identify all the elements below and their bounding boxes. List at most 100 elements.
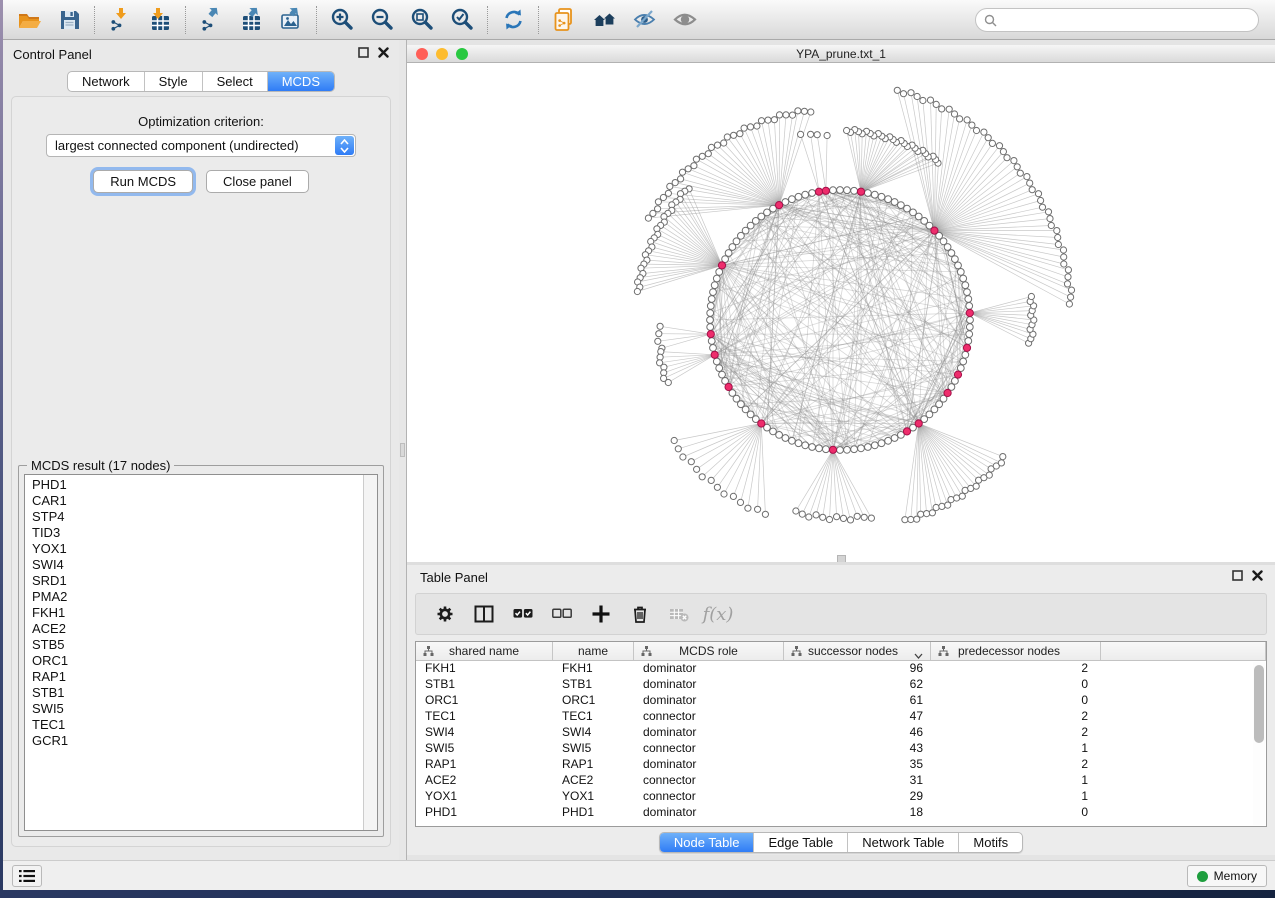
leaf-node[interactable] <box>762 511 768 517</box>
leaf-node[interactable] <box>1068 287 1074 293</box>
column-header-shared-name[interactable]: shared name <box>416 642 553 660</box>
leaf-node[interactable] <box>789 112 795 118</box>
mcds-node[interactable] <box>815 188 822 195</box>
mcds-result-item[interactable]: TEC1 <box>25 717 362 733</box>
tab-style[interactable]: Style <box>145 72 203 91</box>
leaf-node[interactable] <box>806 514 812 520</box>
node[interactable] <box>716 269 723 276</box>
node[interactable] <box>837 187 844 194</box>
leaf-node[interactable] <box>894 87 900 93</box>
hide-selected-button[interactable] <box>624 3 664 37</box>
leaf-node[interactable] <box>675 446 681 452</box>
split-pane-grip[interactable] <box>837 555 846 562</box>
leaf-node[interactable] <box>724 134 730 140</box>
table-row[interactable]: STB1STB1dominator620 <box>416 677 1266 693</box>
mcds-node[interactable] <box>725 383 732 390</box>
vertical-splitter[interactable] <box>399 40 407 860</box>
mcds-node[interactable] <box>707 331 714 338</box>
leaf-node[interactable] <box>902 517 908 523</box>
leaf-node[interactable] <box>808 131 814 137</box>
leaf-node[interactable] <box>1039 204 1045 210</box>
splitter-grip[interactable] <box>400 443 405 457</box>
add-column-button[interactable] <box>586 599 616 629</box>
leaf-node[interactable] <box>708 144 714 150</box>
mcds-result-item[interactable]: ORC1 <box>25 653 362 669</box>
node[interactable] <box>809 444 816 451</box>
node[interactable] <box>710 345 717 352</box>
node[interactable] <box>719 371 726 378</box>
leaf-node[interactable] <box>973 483 979 489</box>
node[interactable] <box>885 196 892 203</box>
node[interactable] <box>851 446 858 453</box>
mcds-node[interactable] <box>963 344 970 351</box>
leaf-node[interactable] <box>840 515 846 521</box>
column-header-name[interactable]: name <box>553 642 634 660</box>
leaf-node[interactable] <box>985 135 991 141</box>
leaf-node[interactable] <box>939 106 945 112</box>
refresh-button[interactable] <box>493 3 533 37</box>
leaf-node[interactable] <box>959 493 965 499</box>
leaf-node[interactable] <box>1065 274 1071 280</box>
mcds-result-item[interactable]: YOX1 <box>25 541 362 557</box>
node[interactable] <box>795 440 802 447</box>
leaf-node[interactable] <box>808 109 814 115</box>
node[interactable] <box>802 191 809 198</box>
leaf-node[interactable] <box>771 117 777 123</box>
leaf-node[interactable] <box>745 505 751 511</box>
leaf-node[interactable] <box>634 288 640 294</box>
node[interactable] <box>967 317 974 324</box>
node[interactable] <box>802 442 809 449</box>
mcds-node[interactable] <box>822 187 829 194</box>
leaf-node[interactable] <box>1060 247 1066 253</box>
mcds-result-item[interactable]: STB5 <box>25 637 362 653</box>
leaf-node[interactable] <box>996 143 1002 149</box>
zoom-selected-button[interactable] <box>442 3 482 37</box>
leaf-node[interactable] <box>824 132 830 138</box>
node[interactable] <box>962 282 969 289</box>
zoom-in-button[interactable] <box>322 3 362 37</box>
leaf-node[interactable] <box>655 199 661 205</box>
leaf-node[interactable] <box>939 503 945 509</box>
clone-network-button[interactable] <box>544 3 584 37</box>
leaf-node[interactable] <box>998 460 1004 466</box>
leaf-node[interactable] <box>793 508 799 514</box>
leaf-node[interactable] <box>908 516 914 522</box>
import-table-button[interactable] <box>140 3 180 37</box>
open-file-button[interactable] <box>9 3 49 37</box>
leaf-node[interactable] <box>665 379 671 385</box>
leaf-node[interactable] <box>1004 155 1010 161</box>
node[interactable] <box>871 191 878 198</box>
tab-network[interactable]: Network <box>68 72 145 91</box>
table-scrollbar[interactable] <box>1253 662 1265 825</box>
leaf-node[interactable] <box>920 97 926 103</box>
task-history-button[interactable] <box>12 865 42 887</box>
leaf-node[interactable] <box>973 127 979 133</box>
leaf-node[interactable] <box>688 459 694 465</box>
node[interactable] <box>964 289 971 296</box>
leaf-node[interactable] <box>671 437 677 443</box>
node[interactable] <box>871 442 878 449</box>
table-row[interactable]: SWI4SWI4dominator462 <box>416 725 1266 741</box>
leaf-node[interactable] <box>1011 158 1017 164</box>
leaf-node[interactable] <box>844 127 850 133</box>
minimize-window-icon[interactable] <box>436 48 448 60</box>
table-scrollbar-thumb[interactable] <box>1254 665 1264 743</box>
leaf-node[interactable] <box>914 93 920 99</box>
table-row[interactable]: ACE2ACE2connector311 <box>416 773 1266 789</box>
mcds-result-item[interactable]: ACE2 <box>25 621 362 637</box>
mcds-result-item[interactable]: RAP1 <box>25 669 362 685</box>
mcds-node[interactable] <box>915 420 922 427</box>
mcds-node[interactable] <box>718 262 725 269</box>
mcds-result-item[interactable]: PHD1 <box>25 477 362 493</box>
node[interactable] <box>962 351 969 358</box>
tab-select[interactable]: Select <box>203 72 268 91</box>
leaf-node[interactable] <box>946 106 952 112</box>
leaf-node[interactable] <box>1024 174 1030 180</box>
node[interactable] <box>844 187 851 194</box>
leaf-node[interactable] <box>679 169 685 175</box>
mcds-node[interactable] <box>776 202 783 209</box>
leaf-node[interactable] <box>1061 254 1067 260</box>
leaf-node[interactable] <box>924 511 930 517</box>
mcds-result-item[interactable]: PMA2 <box>25 589 362 605</box>
node[interactable] <box>957 269 964 276</box>
